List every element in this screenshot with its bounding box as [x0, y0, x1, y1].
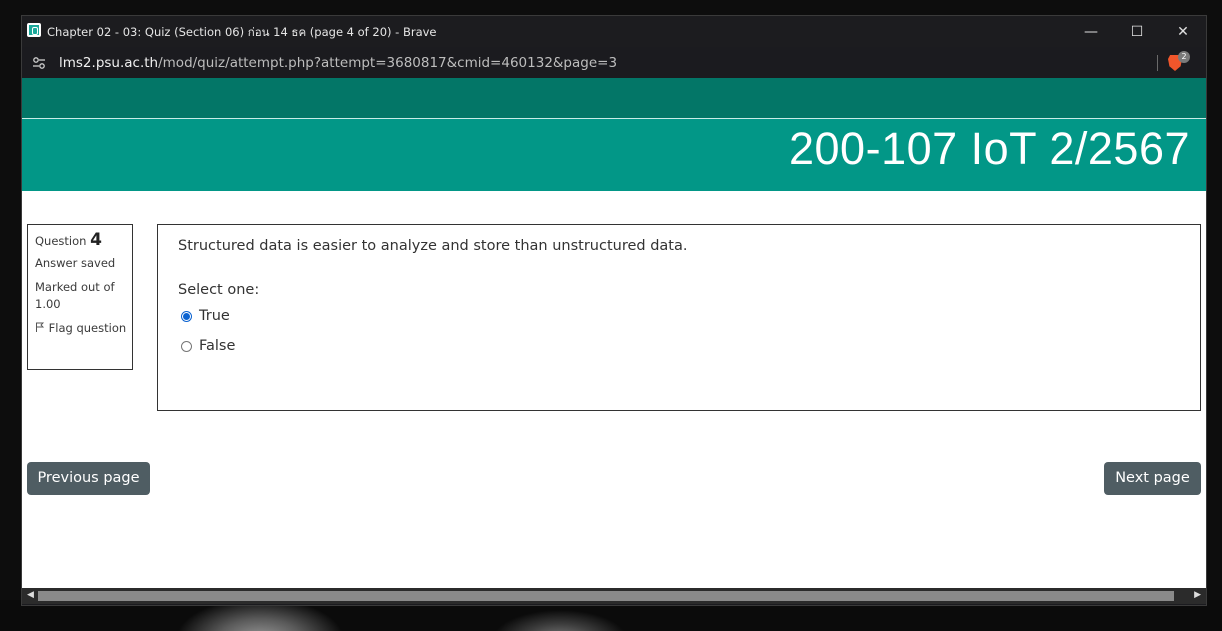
max-mark: 1.00 [35, 297, 61, 311]
course-title: 200-107 IoT 2/2567 [789, 123, 1190, 174]
answer-status: Answer saved [35, 256, 116, 270]
flag-icon [36, 322, 45, 332]
next-page-button[interactable]: Next page [1104, 462, 1201, 495]
course-header: 200-107 IoT 2/2567 [22, 119, 1206, 191]
question-text: Structured data is easier to analyze and… [178, 238, 688, 254]
previous-page-button[interactable]: Previous page [27, 462, 150, 495]
header-top-band [22, 78, 1206, 118]
radio-false[interactable] [181, 340, 192, 352]
scrollbar-thumb[interactable] [38, 591, 1174, 601]
option-false[interactable]: False [181, 338, 235, 354]
question-number: 4 [90, 230, 102, 250]
scroll-left-icon[interactable]: ◀ [27, 590, 34, 600]
scroll-right-icon[interactable]: ▶ [1194, 590, 1201, 600]
question-info-panel: Question 4 Answer saved Marked out of 1.… [27, 224, 133, 370]
option-true-label[interactable]: True [199, 308, 230, 324]
select-one-prompt: Select one: [178, 282, 260, 298]
page-content: 200-107 IoT 2/2567 Question 4 Answer sav… [22, 78, 1206, 588]
flag-question-link[interactable]: Flag question [35, 320, 132, 337]
horizontal-scrollbar[interactable]: ◀ ▶ [22, 588, 1206, 604]
marked-out-of-label: Marked out of [35, 280, 115, 294]
question-box: Structured data is easier to analyze and… [157, 224, 1201, 411]
question-label: Question [35, 234, 87, 248]
option-true[interactable]: True [181, 308, 230, 324]
option-false-label[interactable]: False [199, 338, 235, 354]
radio-true[interactable] [181, 310, 192, 322]
flag-question-label: Flag question [48, 321, 127, 335]
